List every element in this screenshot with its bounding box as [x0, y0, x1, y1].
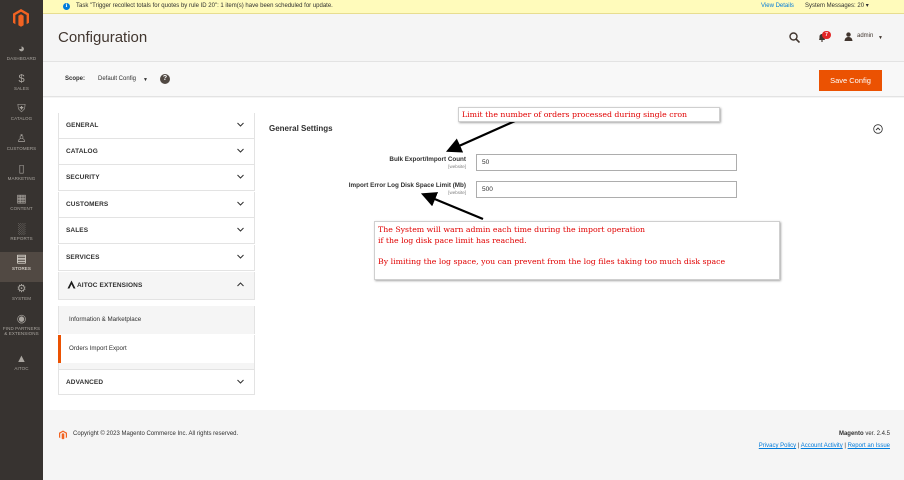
- search-icon[interactable]: [789, 32, 800, 43]
- tab-customers[interactable]: CUSTOMERS: [58, 192, 255, 218]
- chevron-down-icon: [237, 148, 244, 153]
- tab-item-information-marketplace[interactable]: Information & Marketplace: [58, 306, 255, 334]
- chevron-down-icon: [237, 227, 244, 232]
- admin-user-name[interactable]: admin: [857, 32, 873, 41]
- config-tabs: GENERAL CATALOG SECURITY CUSTOMERS SALES…: [58, 113, 255, 396]
- caret-down-icon[interactable]: ▼: [143, 77, 148, 83]
- privacy-policy-link[interactable]: Privacy Policy: [759, 443, 796, 449]
- nav-item-customers[interactable]: ♙ CUSTOMERS: [0, 132, 43, 162]
- tab-item-orders-import-export[interactable]: Orders Import Export: [58, 335, 255, 363]
- scope-switcher[interactable]: Default Config: [98, 76, 136, 82]
- tab-label: ADVANCED: [66, 379, 104, 386]
- nav-item-system[interactable]: ⚙ SYSTEM: [0, 282, 43, 312]
- version-number: ver. 2.4.5: [865, 431, 890, 437]
- annotation-line: By limiting the log space, you can preve…: [378, 256, 726, 266]
- section-title[interactable]: General Settings: [269, 124, 333, 133]
- help-icon[interactable]: ?: [160, 74, 170, 84]
- layout-icon: ▦: [16, 193, 27, 205]
- scope-label: Scope:: [65, 76, 86, 82]
- puzzle-icon: ◉: [16, 313, 27, 325]
- store-icon: ▤: [16, 253, 27, 265]
- tab-sales[interactable]: SALES: [58, 218, 255, 244]
- user-icon[interactable]: [844, 32, 853, 41]
- system-message-text: Task "Trigger recollect totals for quote…: [76, 3, 333, 9]
- nav-item-stores[interactable]: ▤ STORES: [0, 252, 43, 282]
- annotation-line: The System will warn admin each time dur…: [378, 225, 646, 234]
- brand-name: Magento: [838, 431, 864, 437]
- nav-item-marketing[interactable]: ▯ MARKETING: [0, 162, 43, 192]
- chevron-down-icon: [237, 174, 244, 179]
- tab-label: SALES: [66, 227, 89, 234]
- tab-label: GENERAL: [66, 122, 99, 129]
- tab-label: CATALOG: [66, 148, 98, 155]
- person-icon: ♙: [16, 133, 27, 145]
- chevron-down-icon: [237, 254, 244, 259]
- link-separator: |: [797, 443, 800, 449]
- nav-item-dashboard[interactable]: ◕ DASHBOARD: [0, 42, 43, 72]
- system-messages-toggle[interactable]: System Messages: 20 ▾: [805, 0, 869, 13]
- save-config-button[interactable]: Save Config: [819, 70, 882, 91]
- field-scope: [website]: [448, 164, 466, 169]
- tab-aitoc-extensions[interactable]: AITOC EXTENSIONS: [58, 272, 255, 300]
- tab-services[interactable]: SERVICES: [58, 245, 255, 271]
- cube-icon: ⛨: [17, 103, 26, 115]
- tab-label: CUSTOMERS: [66, 201, 109, 208]
- collapse-icon[interactable]: [873, 124, 883, 134]
- annotation-log-space: The System will warn admin each time dur…: [374, 221, 780, 280]
- info-icon: i: [63, 3, 70, 10]
- bulk-export-import-count-input[interactable]: [476, 154, 737, 171]
- caret-down-icon[interactable]: ▼: [878, 35, 883, 41]
- tab-label: AITOC EXTENSIONS: [77, 282, 143, 289]
- annotation-line: if the log disk pace limit has reached.: [378, 235, 527, 245]
- chevron-down-icon: [237, 379, 244, 384]
- dollar-icon: $: [18, 73, 25, 85]
- notification-badge[interactable]: 7: [822, 31, 831, 39]
- system-messages-label: System Messages: 20: [805, 3, 865, 9]
- page-title: Configuration: [58, 29, 148, 46]
- annotation-line: [378, 246, 776, 257]
- tab-item-label: Information & Marketplace: [69, 316, 142, 323]
- field-scope: [website]: [448, 190, 466, 195]
- tab-label: SECURITY: [66, 174, 100, 181]
- scope-bar: Scope: Default Config ▼ ? Save Config: [43, 61, 904, 97]
- link-separator: |: [844, 443, 846, 449]
- view-details-link[interactable]: View Details: [761, 0, 794, 13]
- tab-advanced[interactable]: ADVANCED: [58, 369, 255, 395]
- nav-item-content[interactable]: ▦ CONTENT: [0, 192, 43, 222]
- tab-item-label: Orders Import Export: [69, 345, 127, 352]
- chevron-down-icon: [237, 201, 244, 206]
- footer-links: Privacy Policy | Account Activity | Repo…: [759, 443, 890, 449]
- aitoc-logo-icon: [67, 280, 76, 289]
- gear-icon: ⚙: [16, 283, 27, 295]
- nav-item-catalog[interactable]: ⛨ CATALOG: [0, 102, 43, 132]
- chevron-up-icon: [237, 282, 244, 287]
- report-issue-link[interactable]: Report an Issue: [848, 443, 890, 449]
- megaphone-icon: ▯: [18, 163, 25, 175]
- field-label: Import Error Log Disk Space Limit (Mb): [348, 182, 466, 189]
- admin-sidebar: ◕ DASHBOARD $ SALES ⛨ CATALOG ♙ CUSTOMER…: [0, 0, 43, 480]
- aitoc-icon: ▲: [16, 353, 27, 365]
- magento-logo-icon[interactable]: [11, 8, 31, 28]
- tab-catalog[interactable]: CATALOG: [58, 139, 255, 165]
- copyright-text: Copyright © 2023 Magento Commerce Inc. A…: [73, 431, 239, 437]
- nav-item-sales[interactable]: $ SALES: [0, 72, 43, 102]
- nav-item-reports[interactable]: ░ REPORTS: [0, 222, 43, 252]
- field-label: Bulk Export/Import Count: [389, 156, 466, 163]
- account-activity-link[interactable]: Account Activity: [801, 443, 843, 449]
- import-error-log-limit-input[interactable]: [476, 181, 737, 198]
- tab-label: SERVICES: [66, 254, 100, 261]
- annotation-cron-limit: Limit the number of orders processed dur…: [458, 107, 720, 122]
- magento-logo-icon: [59, 430, 67, 440]
- tab-general[interactable]: GENERAL: [58, 113, 255, 139]
- system-message-bar: i Task "Trigger recollect totals for quo…: [43, 0, 904, 14]
- dashboard-icon: ◕: [18, 43, 25, 55]
- bar-chart-icon: ░: [17, 223, 26, 235]
- chevron-down-icon: [237, 122, 244, 127]
- nav-item-aitoc[interactable]: ▲ AITOC: [0, 352, 43, 382]
- nav-item-find-partners[interactable]: ◉ FIND PARTNERS & EXTENSIONS: [0, 312, 43, 348]
- tab-security[interactable]: SECURITY: [58, 165, 255, 191]
- version-info: Magento ver. 2.4.5: [839, 431, 890, 437]
